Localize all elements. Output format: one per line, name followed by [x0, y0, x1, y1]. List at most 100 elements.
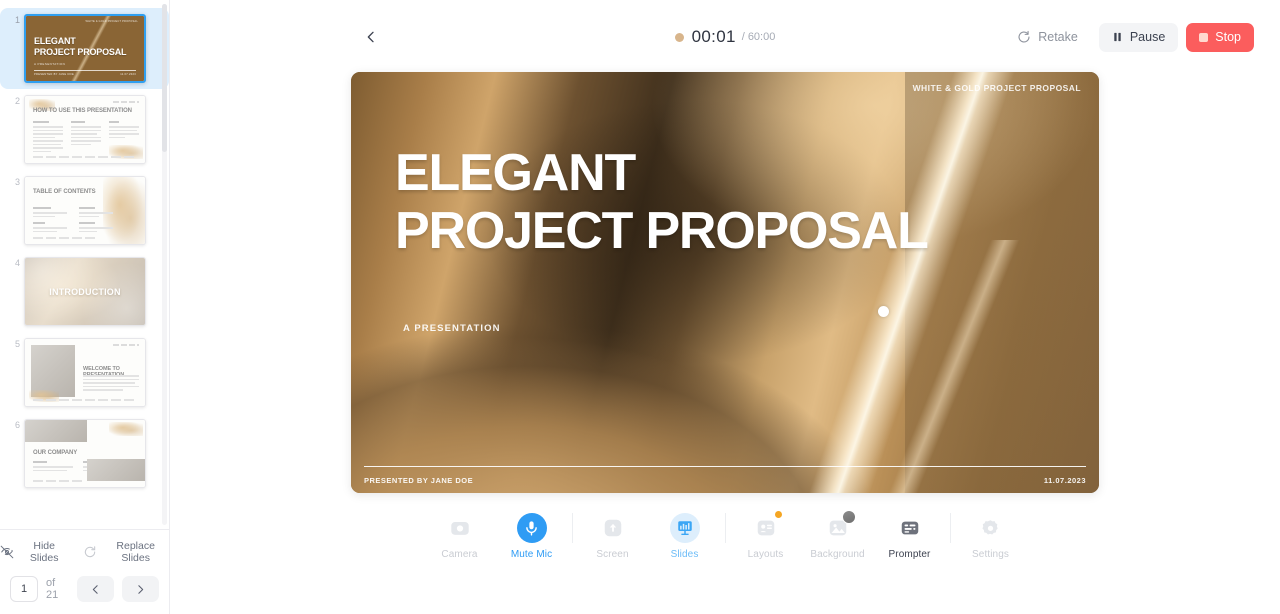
toolbar-background-label: Background [810, 549, 865, 560]
slide-stage[interactable]: WHITE & GOLD PROJECT PROPOSAL ELEGANT PR… [351, 72, 1099, 493]
thumbnail-number: 2 [14, 96, 20, 106]
sidebar-footer: Hide Slides Replace Slides of 21 [0, 529, 169, 614]
sidebar-actions: Hide Slides Replace Slides [0, 540, 169, 564]
slides-sidebar: 1 WHITE & GOLD PROJECT PROPOSAL ELEGANT … [0, 0, 170, 614]
thumbnail-preview-6[interactable]: OUR COMPANY [24, 419, 146, 488]
recorder-controls: Retake Pause Stop [1011, 22, 1254, 52]
thumbnail-preview-3[interactable]: TABLE OF CONTENTS [24, 176, 146, 245]
stop-label: Stop [1215, 30, 1241, 44]
toolbar-divider [724, 513, 726, 543]
replace-slides-button[interactable]: Replace Slides [83, 540, 169, 564]
pause-label: Pause [1129, 30, 1166, 44]
thumbnail-text-col [33, 121, 63, 154]
thumbnail-date: 11.07.2023 [120, 73, 136, 76]
toolbar-divider [571, 513, 573, 543]
hide-slides-button[interactable]: Hide Slides [0, 540, 69, 564]
thumbnail-text-col [33, 461, 73, 473]
hide-slides-label: Hide Slides [29, 540, 59, 564]
microphone-icon [516, 513, 547, 543]
replace-slides-label: Replace Slides [116, 540, 155, 564]
slide-footer: PRESENTED BY JANE DOE 11.07.2023 [364, 476, 1086, 485]
thumbnail-item-1[interactable]: 1 WHITE & GOLD PROJECT PROPOSAL ELEGANT … [0, 8, 169, 89]
thumbnail-toc-item [33, 222, 67, 234]
thumbnail-number: 1 [14, 15, 20, 25]
thumbnail-title: TABLE OF CONTENTS [33, 189, 96, 195]
stop-icon [1199, 32, 1209, 42]
layouts-glyph [757, 520, 774, 536]
toolbar-slides-button[interactable]: Slides [649, 513, 721, 560]
camera-icon [445, 513, 475, 543]
thumbnail-footer-mark [33, 237, 97, 239]
next-slide-button[interactable] [122, 576, 159, 602]
thumbnail-preview-5[interactable]: WELCOME TO PRESENTATION [24, 338, 146, 407]
toolbar-background-button[interactable]: Background [802, 510, 874, 560]
thumbnail-item-4[interactable]: 4 INTRODUCTION [0, 251, 169, 332]
slide-light-streak-secondary [769, 240, 1099, 493]
thumbnail-number: 4 [14, 258, 20, 268]
thumbnail-item-3[interactable]: 3 TABLE OF CONTENTS [0, 170, 169, 251]
gear-icon [976, 513, 1006, 543]
recorder-toolbar: Camera Mute Mic Screen Slides Layouts Ba… [170, 510, 1280, 560]
slide-presenter: PRESENTED BY JANE DOE [364, 476, 474, 485]
chevron-right-icon [138, 584, 144, 594]
thumbnail-toc-item [79, 222, 113, 234]
retake-label: Retake [1038, 30, 1078, 44]
gear-glyph [982, 519, 998, 534]
back-button[interactable] [357, 23, 385, 51]
thumbnail-photo [25, 420, 87, 442]
retake-button[interactable]: Retake [1011, 23, 1091, 52]
thumbnail-item-2[interactable]: 2 HOW TO USE THIS PRESENTATION [0, 89, 169, 170]
slides-glyph [677, 521, 692, 535]
refresh-icon [83, 545, 97, 559]
thumbnail-presenter: PRESENTED BY JANE DOE [34, 73, 74, 76]
recorder-app: 1 WHITE & GOLD PROJECT PROPOSAL ELEGANT … [0, 0, 1280, 614]
thumbnail-item-5[interactable]: 5 WELCOME TO PRESENTATION [0, 332, 169, 413]
screen-share-glyph [604, 519, 621, 537]
gold-accent [109, 422, 143, 436]
timer-total: / 60:00 [741, 31, 776, 43]
toolbar-mute-mic-label: Mute Mic [510, 549, 553, 560]
thumbnail-scrollbar-thumb[interactable] [162, 4, 167, 152]
laser-pointer-dot [878, 306, 889, 317]
prompter-glyph [901, 521, 918, 535]
slide-title-line1: ELEGANT [395, 144, 636, 202]
thumbnail-item-6[interactable]: 6 OUR COMPANY [0, 413, 169, 494]
stop-button[interactable]: Stop [1186, 22, 1254, 52]
pause-icon [1114, 32, 1121, 42]
toolbar-camera-button[interactable]: Camera [424, 513, 496, 560]
thumbnail-title: OUR COMPANY [33, 450, 78, 456]
page-number-input[interactable] [10, 576, 38, 602]
thumbnail-scrollbar[interactable] [162, 4, 167, 525]
thumbnail-title: HOW TO USE THIS PRESENTATION [33, 108, 132, 114]
recording-indicator-dot [674, 32, 684, 42]
toolbar-prompter-button[interactable]: Prompter [874, 513, 946, 560]
previous-slide-button[interactable] [77, 576, 115, 602]
thumbnail-photo [87, 459, 145, 481]
background-icon [823, 510, 856, 543]
thumbnail-preview-4[interactable]: INTRODUCTION [24, 257, 146, 326]
toolbar-screen-button[interactable]: Screen [577, 513, 649, 560]
toolbar-settings-button[interactable]: Settings [955, 513, 1027, 560]
slide-pager: of 21 [0, 576, 169, 602]
page-total-label: of 21 [46, 577, 59, 601]
thumbnail-corner-label: WHITE & GOLD PROJECT PROPOSAL [85, 20, 138, 23]
thumbnail-number: 5 [14, 339, 20, 349]
chevron-left-icon [367, 31, 374, 43]
layouts-icon [751, 511, 782, 543]
thumbnail-preview-1[interactable]: WHITE & GOLD PROJECT PROPOSAL ELEGANT PR… [24, 14, 146, 83]
thumbnail-list[interactable]: 1 WHITE & GOLD PROJECT PROPOSAL ELEGANT … [0, 0, 169, 529]
timer-elapsed: 00:01 [691, 27, 736, 46]
toolbar-camera-label: Camera [441, 549, 478, 560]
pause-button[interactable]: Pause [1098, 22, 1179, 52]
thumbnail-toc-item [79, 207, 113, 219]
slide-corner-label: WHITE & GOLD PROJECT PROPOSAL [912, 83, 1081, 93]
toolbar-mute-mic-button[interactable]: Mute Mic [496, 513, 568, 560]
thumbnail-toc-item [33, 207, 67, 219]
thumbnail-title: INTRODUCTION [49, 287, 121, 297]
toolbar-divider [949, 513, 951, 543]
camera-glyph [450, 522, 469, 535]
toolbar-layouts-button[interactable]: Layouts [730, 511, 802, 560]
thumbnail-number: 6 [14, 420, 20, 430]
thumbnail-footer: PRESENTED BY JANE DOE 11.07.2023 [34, 70, 136, 76]
thumbnail-preview-2[interactable]: HOW TO USE THIS PRESENTATION [24, 95, 146, 164]
